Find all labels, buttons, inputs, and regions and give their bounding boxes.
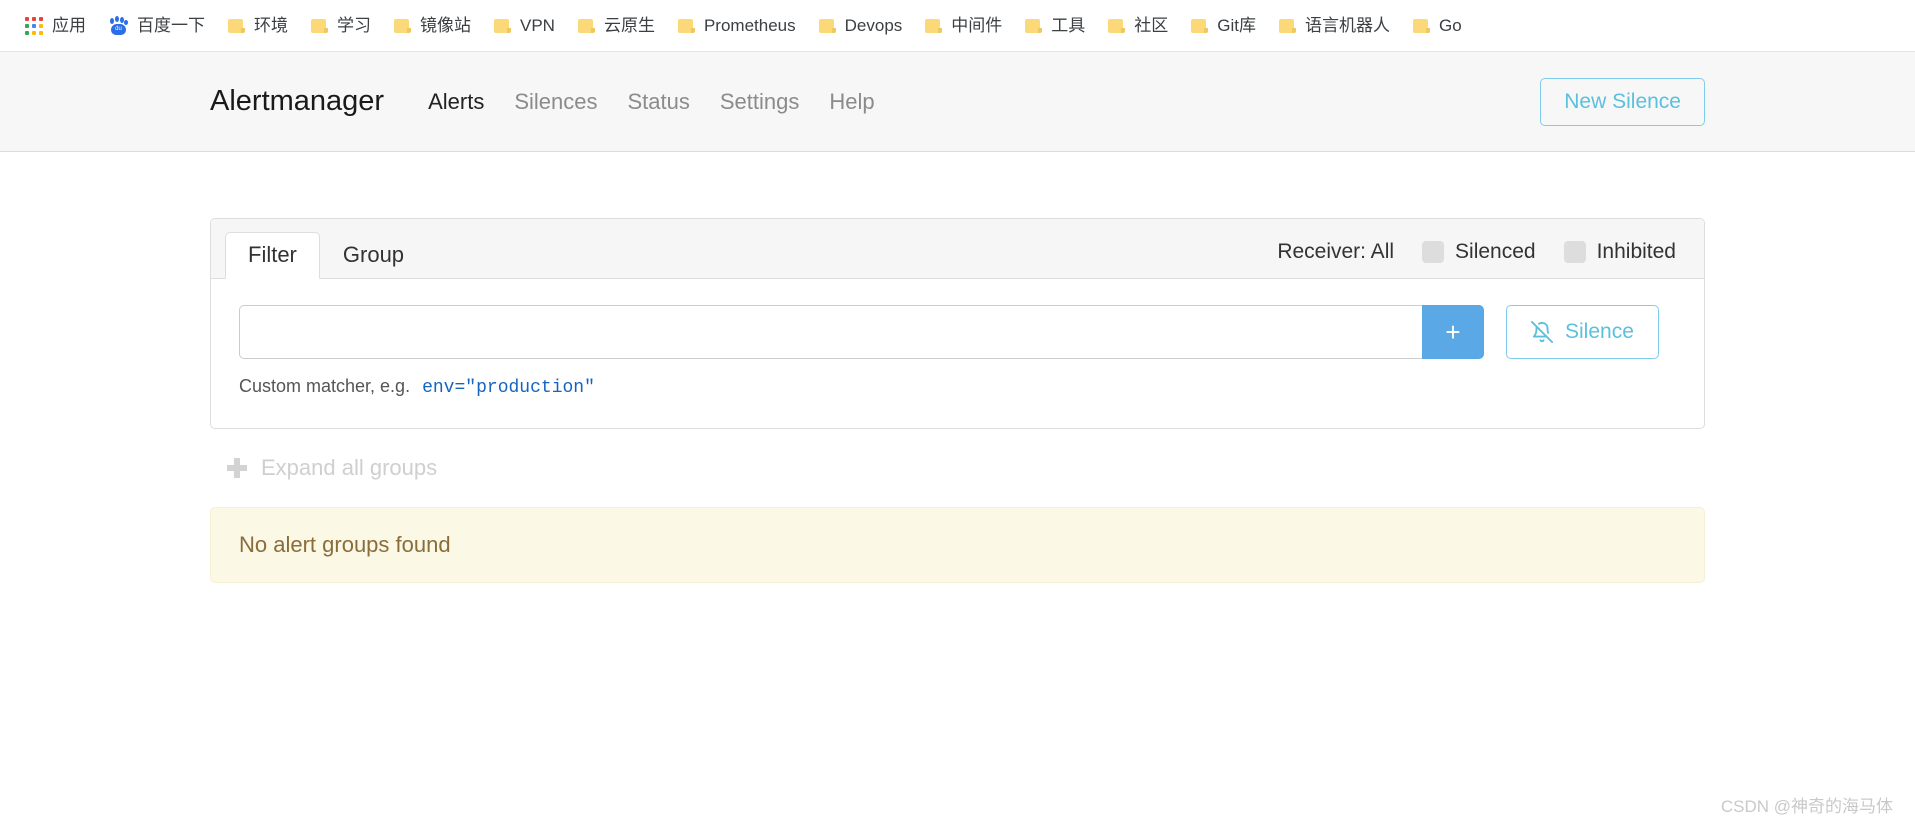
bookmark-folder-cloudnative[interactable]: 云原生 (569, 13, 664, 38)
bookmark-folder-vpn[interactable]: VPN (485, 13, 564, 38)
browser-bookmarks-bar: 应用 百度一下 环境 学习 镜像站 VPN 云原生 Prometheus Dev… (0, 0, 1915, 52)
folder-icon (677, 18, 695, 33)
page-content: Filter Group Receiver: All Silenced Inhi… (0, 152, 1915, 583)
nav-item-alerts[interactable]: Alerts (414, 83, 498, 121)
bookmark-folder-prometheus[interactable]: Prometheus (669, 13, 805, 38)
filter-card: Filter Group Receiver: All Silenced Inhi… (210, 218, 1705, 429)
folder-icon (1191, 18, 1209, 33)
nav-item-status[interactable]: Status (614, 83, 704, 121)
folder-icon (394, 18, 411, 33)
filter-card-body: + Silence Custom matcher, e.g. env="prod… (211, 279, 1704, 428)
folder-icon (577, 18, 595, 33)
expand-all-groups-label: Expand all groups (261, 455, 438, 480)
expand-all-groups-button[interactable]: Expand all groups (210, 455, 1705, 481)
bookmark-folder-tools[interactable]: 工具 (1016, 13, 1094, 38)
bookmark-label: 社区 (1134, 16, 1169, 35)
bookmark-label: 语言机器人 (1305, 16, 1391, 35)
tab-group[interactable]: Group (320, 232, 427, 279)
folder-icon (494, 18, 511, 33)
silence-button-label: Silence (1565, 320, 1634, 343)
matcher-help-text: Custom matcher, e.g. env="production" (239, 376, 1676, 398)
alertmanager-navbar: Alertmanager Alerts Silences Status Sett… (0, 52, 1915, 152)
bookmark-label: Prometheus (703, 16, 796, 35)
bookmark-label: 中间件 (951, 16, 1003, 35)
bookmark-folder-huanjing[interactable]: 环境 (219, 13, 297, 38)
bookmark-label: VPN (520, 16, 555, 35)
folder-icon (818, 18, 836, 33)
bookmark-label: 学习 (337, 16, 371, 35)
matcher-help-label: Custom matcher, e.g. (239, 376, 411, 396)
folder-icon (925, 18, 943, 33)
filter-tabs: Filter Group (225, 231, 427, 279)
watermark: CSDN @神奇的海马体 (1720, 797, 1893, 816)
bookmark-folder-git[interactable]: Git库 (1182, 13, 1265, 38)
nav-item-settings[interactable]: Settings (706, 83, 814, 121)
bookmark-folder-xuexi[interactable]: 学习 (302, 13, 380, 38)
folder-icon (1108, 18, 1126, 33)
bell-off-icon (1531, 321, 1553, 343)
folder-icon (1279, 18, 1297, 33)
inhibited-toggle[interactable]: Inhibited (1563, 240, 1676, 264)
bookmark-label: Git库 (1217, 16, 1257, 35)
baidu-icon (109, 16, 128, 35)
folder-icon (228, 18, 245, 33)
brand-title[interactable]: Alertmanager (210, 85, 384, 118)
silenced-toggle-switch[interactable] (1422, 241, 1445, 263)
matcher-input[interactable] (239, 305, 1422, 359)
bookmark-folder-mirrors[interactable]: 镜像站 (385, 13, 480, 38)
bookmark-label: 工具 (1051, 16, 1086, 35)
plus-icon (227, 458, 247, 478)
bookmark-label: 百度一下 (137, 16, 205, 35)
bookmark-folder-go[interactable]: Go (1404, 13, 1471, 38)
apps-grid-icon (25, 16, 43, 35)
bookmark-label: 环境 (254, 16, 288, 35)
bookmark-baidu[interactable]: 百度一下 (100, 12, 214, 39)
new-silence-button[interactable]: New Silence (1540, 77, 1705, 126)
bookmark-label: 镜像站 (420, 16, 471, 35)
inhibited-toggle-switch[interactable] (1563, 241, 1586, 263)
silenced-toggle[interactable]: Silenced (1422, 240, 1536, 264)
folder-icon (311, 18, 328, 33)
bookmark-label: Go (1439, 16, 1462, 35)
nav-item-silences[interactable]: Silences (500, 83, 611, 121)
no-alert-groups-banner: No alert groups found (210, 507, 1705, 583)
bookmark-label: 应用 (52, 16, 86, 35)
bookmark-label: 云原生 (603, 16, 655, 35)
silenced-toggle-label: Silenced (1455, 240, 1536, 263)
bookmark-folder-language-bot[interactable]: 语言机器人 (1270, 13, 1399, 38)
matcher-row: + Silence (239, 305, 1676, 359)
bookmark-folder-community[interactable]: 社区 (1099, 13, 1177, 38)
matcher-input-group: + (239, 305, 1484, 359)
filter-card-header: Filter Group Receiver: All Silenced Inhi… (211, 219, 1704, 279)
bookmark-apps[interactable]: 应用 (16, 13, 95, 39)
bookmark-folder-devops[interactable]: Devops (810, 13, 912, 38)
folder-icon (1413, 18, 1431, 33)
filter-header-controls: Receiver: All Silenced Inhibited (1277, 240, 1676, 278)
silence-button[interactable]: Silence (1506, 305, 1659, 359)
matcher-help-example[interactable]: env="production" (422, 378, 595, 398)
bookmark-folder-middleware[interactable]: 中间件 (916, 13, 1011, 38)
folder-icon (1025, 18, 1043, 33)
bookmark-label: Devops (844, 16, 903, 35)
inhibited-toggle-label: Inhibited (1596, 240, 1676, 263)
tab-filter[interactable]: Filter (225, 232, 320, 279)
main-nav: Alerts Silences Status Settings Help (414, 83, 889, 121)
nav-item-help[interactable]: Help (815, 83, 888, 121)
add-matcher-button[interactable]: + (1422, 305, 1484, 359)
receiver-selector[interactable]: Receiver: All (1277, 240, 1394, 264)
